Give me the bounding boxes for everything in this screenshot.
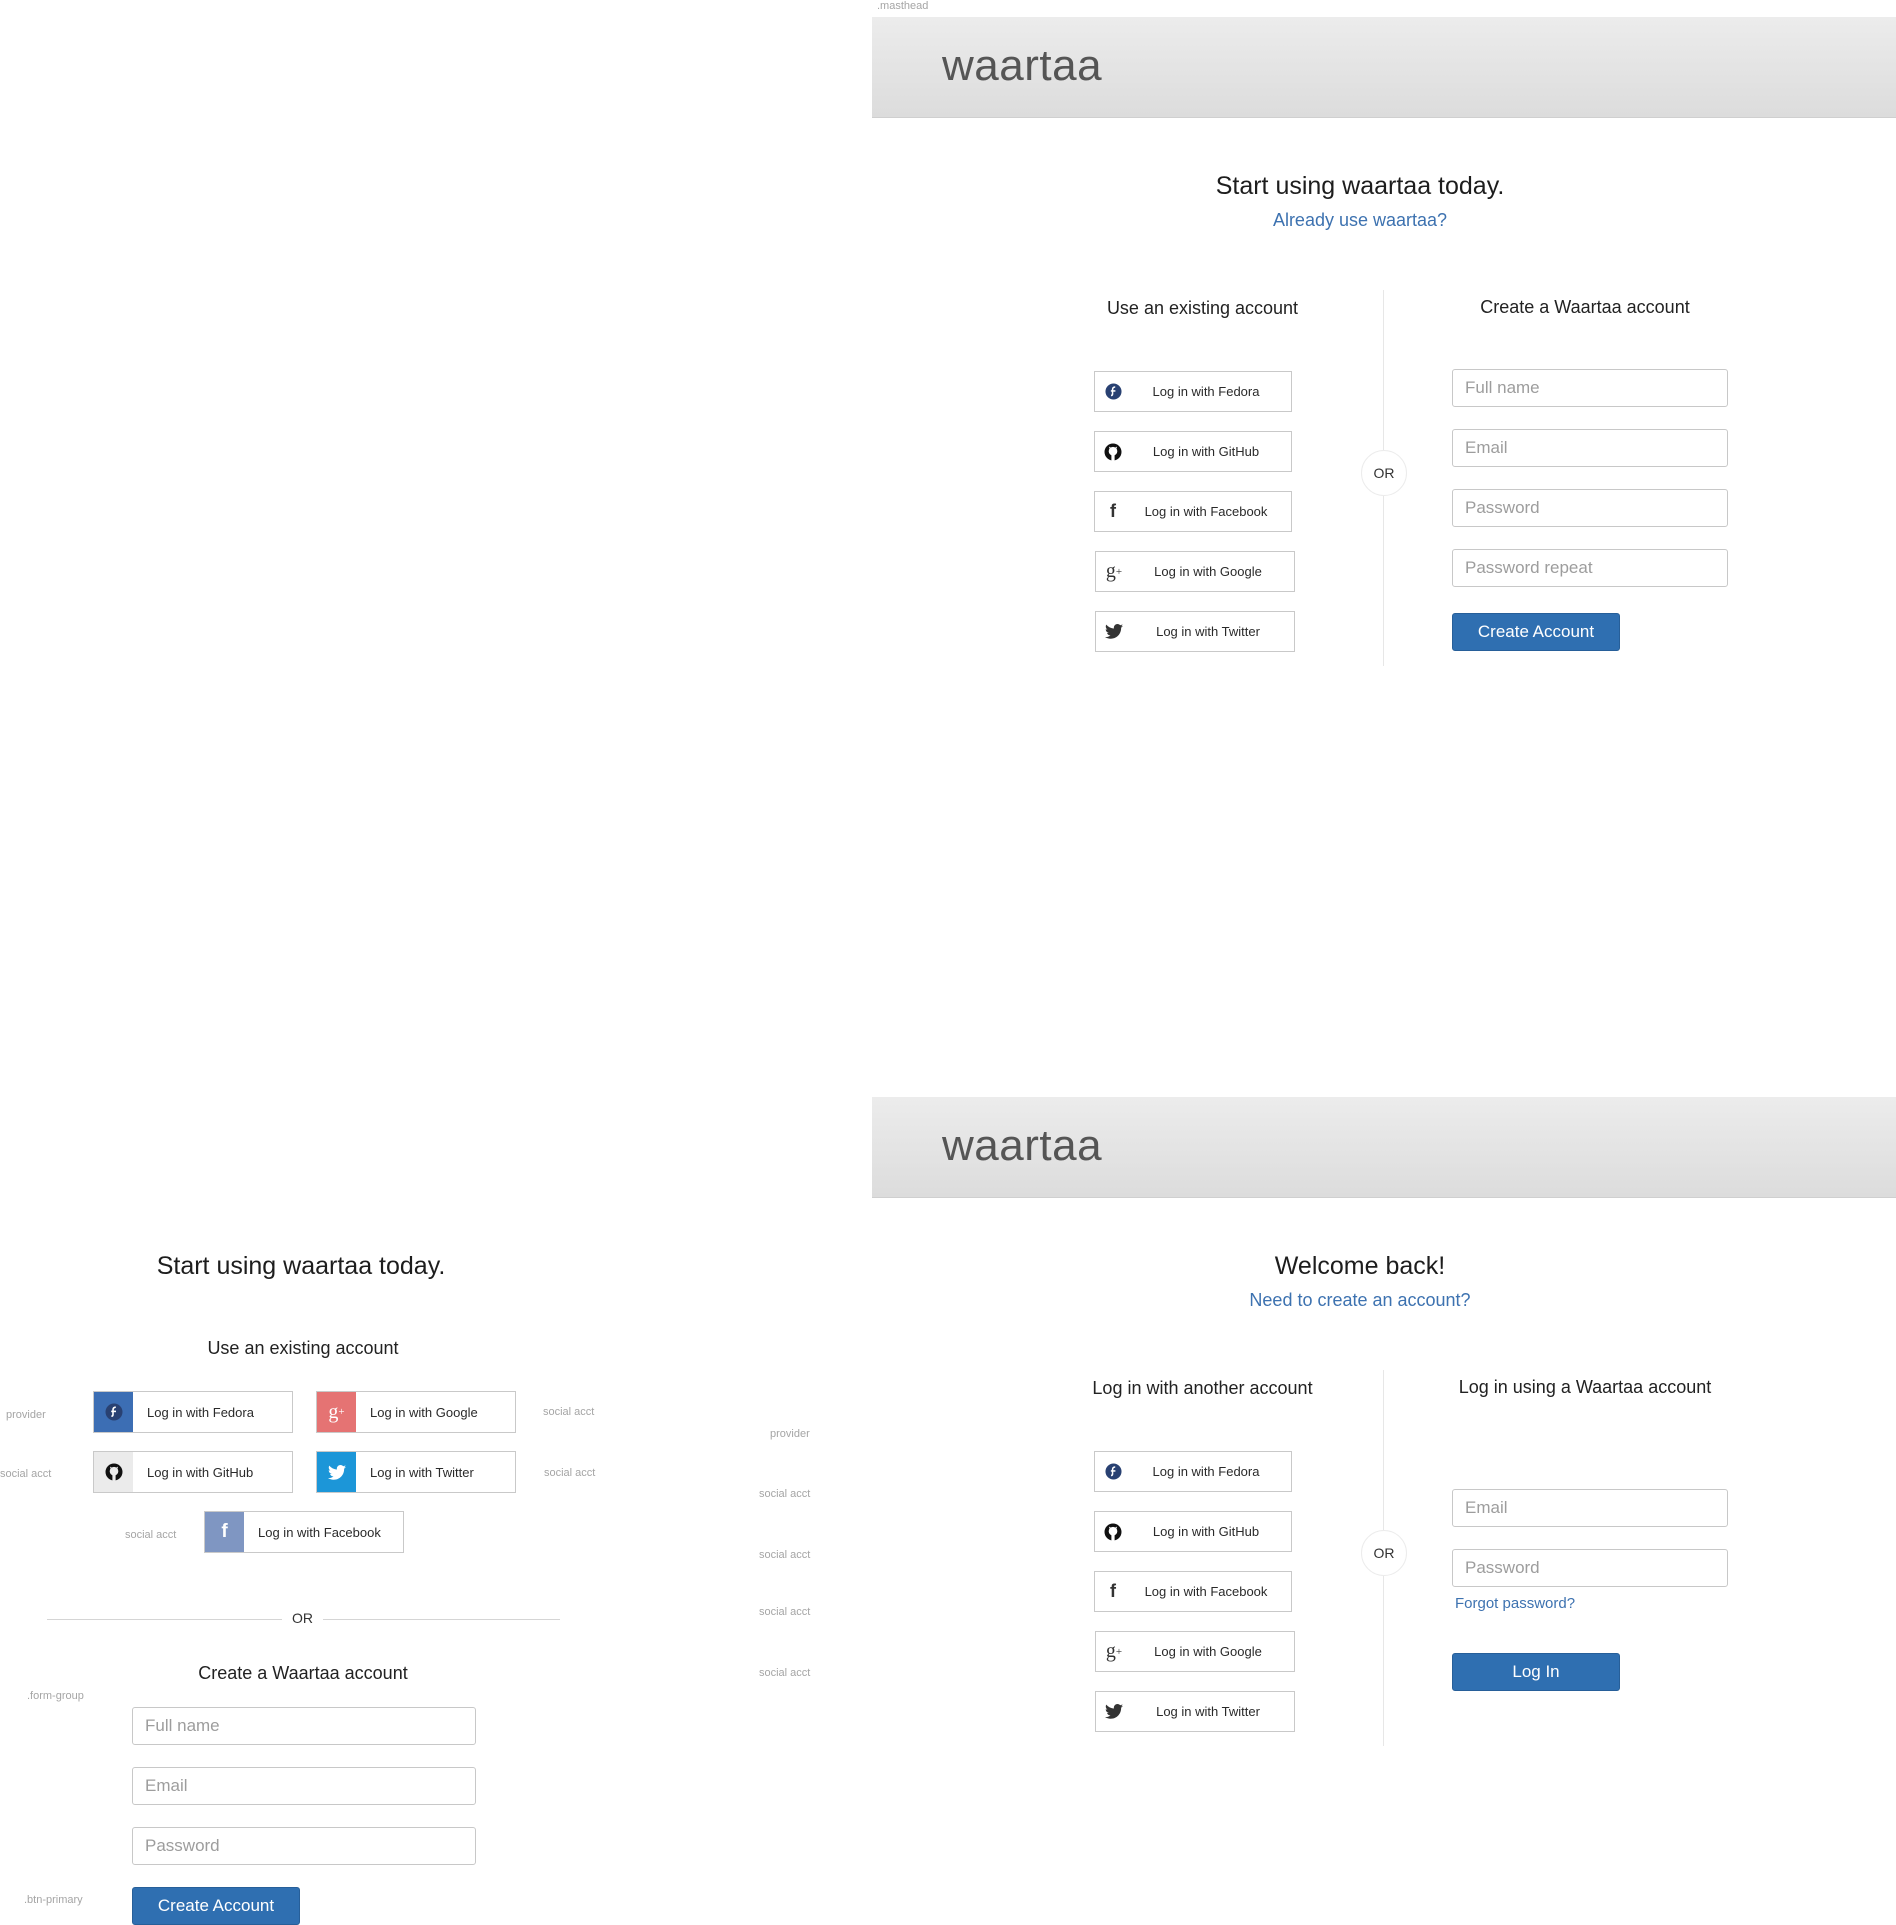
mobile-fedora-login-button[interactable]: Log in with Fedora	[93, 1391, 293, 1433]
github-login-label: Log in with GitHub	[147, 1464, 254, 1480]
social-acct-annotation: social acct	[759, 1488, 811, 1500]
fedora-icon	[1095, 1463, 1131, 1480]
facebook-login-label: Log in with Facebook	[258, 1524, 381, 1540]
mobile-twitter-login-button[interactable]: Log in with Twitter	[316, 1451, 516, 1493]
login-page-title: Welcome back!	[1274, 1252, 1446, 1280]
password-field[interactable]	[1452, 489, 1728, 527]
github-login-button[interactable]: Log in with GitHub	[1094, 431, 1292, 472]
social-acct-annotation: social acct	[759, 1606, 811, 1618]
twitter-icon	[1096, 1704, 1132, 1719]
google-login-button[interactable]: g + Log in with Google	[1095, 1631, 1295, 1672]
or-separator: OR	[282, 1610, 323, 1626]
or-separator: OR	[1361, 450, 1407, 496]
google-plus-icon: g +	[317, 1392, 356, 1432]
fedora-login-label: Log in with Fedora	[1152, 1464, 1260, 1479]
fedora-icon	[1095, 383, 1131, 400]
social-acct-annotation: social acct	[759, 1549, 811, 1561]
forgot-password-link[interactable]: Forgot password?	[1455, 1595, 1575, 1612]
mobile-password-field[interactable]	[132, 1827, 476, 1865]
provider-annotation: provider	[770, 1428, 810, 1440]
log-in-button[interactable]: Log In	[1452, 1653, 1620, 1691]
github-icon	[1095, 1523, 1131, 1541]
social-acct-annotation: social acct	[543, 1406, 595, 1418]
btn-primary-annotation: .btn-primary	[24, 1894, 83, 1906]
provider-annotation: provider	[6, 1409, 46, 1421]
facebook-login-label: Log in with Facebook	[1144, 504, 1268, 519]
brand-logo[interactable]: waartaa	[942, 1121, 1102, 1171]
mobile-google-login-button[interactable]: g + Log in with Google	[316, 1391, 516, 1433]
fedora-login-button[interactable]: Log in with Fedora	[1094, 371, 1292, 412]
email-field[interactable]	[1452, 429, 1728, 467]
twitter-login-label: Log in with Twitter	[1156, 624, 1260, 639]
mobile-facebook-login-button[interactable]: f Log in with Facebook	[204, 1511, 404, 1553]
need-account-link[interactable]: Need to create an account?	[1160, 1290, 1560, 1311]
twitter-login-label: Log in with Twitter	[370, 1464, 474, 1480]
facebook-login-label: Log in with Facebook	[1144, 1584, 1268, 1599]
google-login-label: Log in with Google	[1154, 1644, 1262, 1659]
facebook-login-button[interactable]: f Log in with Facebook	[1094, 491, 1292, 532]
waartaa-account-heading: Log in using a Waartaa account	[1458, 1377, 1712, 1397]
mobile-create-account-heading: Create a Waartaa account	[198, 1663, 408, 1683]
fedora-login-label: Log in with Fedora	[147, 1404, 254, 1420]
page-title: Start using waartaa today.	[1215, 172, 1505, 200]
password-repeat-field[interactable]	[1452, 549, 1728, 587]
fedora-login-label: Log in with Fedora	[1152, 384, 1260, 399]
social-acct-annotation: social acct	[759, 1667, 811, 1679]
form-group-annotation: .form-group	[27, 1690, 84, 1702]
facebook-icon: f	[1110, 1581, 1116, 1601]
facebook-login-button[interactable]: f Log in with Facebook	[1094, 1571, 1292, 1612]
mobile-email-field[interactable]	[132, 1767, 476, 1805]
google-login-label: Log in with Google	[370, 1404, 478, 1420]
fedora-login-button[interactable]: Log in with Fedora	[1094, 1451, 1292, 1492]
google-login-button[interactable]: g + Log in with Google	[1095, 551, 1295, 592]
existing-account-heading: Use an existing account	[1106, 298, 1299, 318]
github-login-label: Log in with GitHub	[1152, 1524, 1260, 1539]
already-use-link[interactable]: Already use waartaa?	[1160, 210, 1560, 231]
login-masthead: waartaa	[872, 1097, 1896, 1198]
twitter-login-label: Log in with Twitter	[1156, 1704, 1260, 1719]
login-password-field[interactable]	[1452, 1549, 1728, 1587]
create-account-button[interactable]: Create Account	[1452, 613, 1620, 651]
mobile-page-title: Start using waartaa today.	[156, 1252, 446, 1280]
mobile-full-name-field[interactable]	[132, 1707, 476, 1745]
mobile-existing-account-heading: Use an existing account	[207, 1338, 399, 1358]
other-account-heading: Log in with another account	[1092, 1378, 1313, 1398]
github-login-button[interactable]: Log in with GitHub	[1094, 1511, 1292, 1552]
login-email-field[interactable]	[1452, 1489, 1728, 1527]
twitter-icon	[1096, 624, 1132, 639]
twitter-login-button[interactable]: Log in with Twitter	[1095, 611, 1295, 652]
facebook-icon: f	[1110, 501, 1116, 521]
masthead: waartaa	[872, 17, 1896, 118]
google-login-label: Log in with Google	[1154, 564, 1262, 579]
fedora-icon	[94, 1392, 133, 1432]
mobile-create-account-button[interactable]: Create Account	[132, 1887, 300, 1925]
full-name-field[interactable]	[1452, 369, 1728, 407]
google-plus-icon: g +	[1105, 1640, 1123, 1662]
or-separator: OR	[1361, 1530, 1407, 1576]
github-icon	[1095, 443, 1131, 461]
github-icon	[94, 1452, 133, 1492]
mobile-github-login-button[interactable]: Log in with GitHub	[93, 1451, 293, 1493]
facebook-icon: f	[205, 1512, 244, 1552]
twitter-icon	[317, 1452, 356, 1492]
masthead-annotation: .masthead	[877, 0, 929, 12]
social-acct-annotation: social acct	[0, 1468, 52, 1480]
github-login-label: Log in with GitHub	[1152, 444, 1260, 459]
create-account-heading: Create a Waartaa account	[1480, 297, 1690, 317]
twitter-login-button[interactable]: Log in with Twitter	[1095, 1691, 1295, 1732]
social-acct-annotation: social acct	[125, 1529, 177, 1541]
google-plus-icon: g +	[1105, 560, 1123, 582]
social-acct-annotation: social acct	[544, 1467, 596, 1479]
brand-logo[interactable]: waartaa	[942, 41, 1102, 91]
